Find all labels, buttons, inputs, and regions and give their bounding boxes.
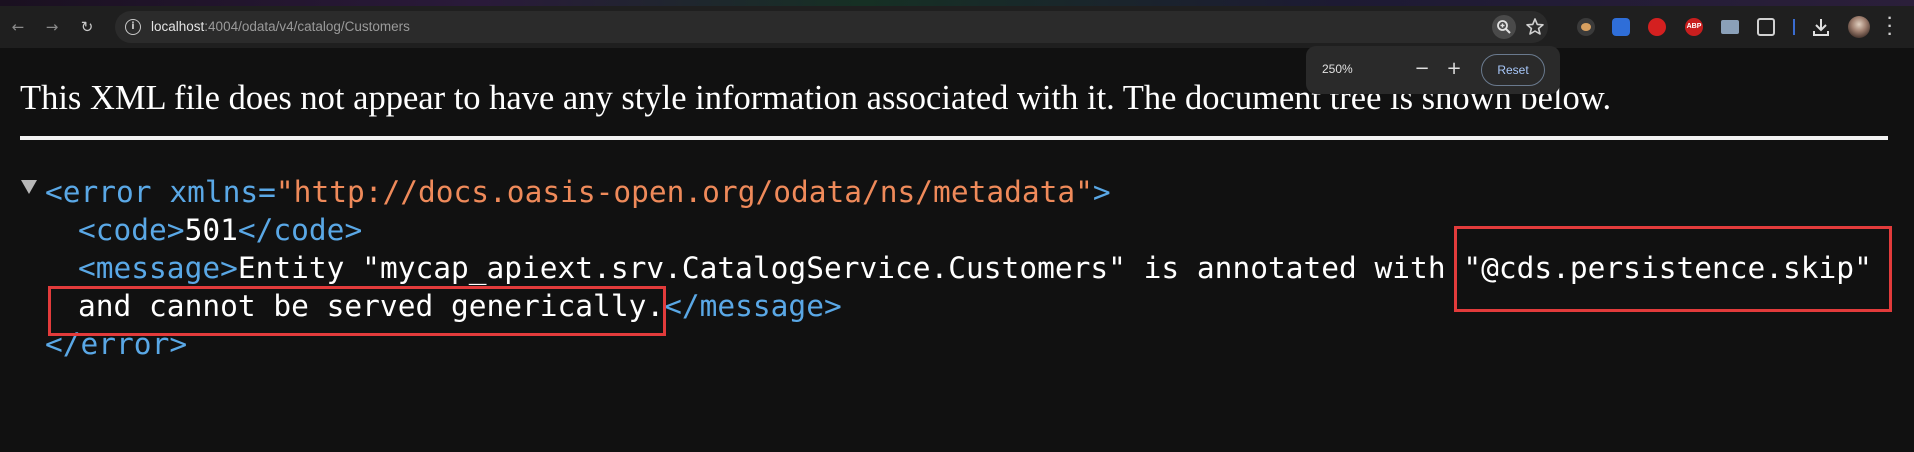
blue-extension-icon[interactable]: [1612, 18, 1630, 36]
address-bar[interactable]: i localhost:4004/odata/v4/catalog/Custom…: [115, 11, 1548, 43]
error-open-tag-end: >: [1092, 175, 1111, 209]
zoom-popup: 250% − + Reset: [1306, 46, 1560, 94]
highlight-box-cannot-be-served: [48, 286, 666, 336]
card-extension-icon[interactable]: [1721, 20, 1739, 34]
collapse-triangle-icon[interactable]: [21, 180, 37, 194]
bookmark-star-icon[interactable]: [1524, 16, 1546, 38]
url-path: :4004/odata/v4/catalog/Customers: [204, 19, 410, 34]
adblock-extension-icon[interactable]: ABP: [1685, 18, 1703, 36]
cookie-extension-icon[interactable]: [1577, 18, 1595, 36]
toolbar-divider: [1793, 19, 1795, 35]
url-host: localhost: [151, 19, 205, 34]
xmlns-attribute: xmlns=: [169, 175, 276, 209]
forward-arrow-icon[interactable]: →: [42, 17, 62, 37]
reload-icon[interactable]: ↻: [77, 17, 97, 37]
highlight-box-persistence-skip: [1454, 226, 1892, 312]
profile-avatar[interactable]: [1848, 16, 1870, 38]
xml-line-error-open: <error xmlns="http://docs.oasis-open.org…: [45, 174, 1111, 210]
zoom-reset-button[interactable]: Reset: [1481, 54, 1545, 86]
xml-line-code: <code>501</code>: [78, 212, 362, 248]
error-open-tag: <error: [45, 175, 152, 209]
zoom-magnifier-icon[interactable]: [1492, 15, 1516, 39]
red-extension-icon[interactable]: [1648, 18, 1666, 36]
site-info-icon[interactable]: i: [125, 19, 141, 35]
zoom-out-button[interactable]: −: [1412, 57, 1432, 81]
browser-toolbar: ← → ↻ i localhost:4004/odata/v4/catalog/…: [0, 6, 1914, 48]
zoom-level: 250%: [1322, 62, 1353, 76]
code-value: 501: [184, 213, 238, 247]
download-icon[interactable]: [1810, 16, 1832, 38]
puzzle-extensions-icon[interactable]: [1757, 18, 1775, 36]
zoom-in-button[interactable]: +: [1444, 57, 1464, 81]
header-divider: [20, 136, 1888, 140]
code-open-tag: <code>: [78, 213, 185, 247]
url-text[interactable]: localhost:4004/odata/v4/catalog/Customer…: [151, 19, 410, 35]
more-menu-icon[interactable]: · · ·: [1884, 11, 1896, 43]
code-close-tag: </code>: [237, 213, 363, 247]
message-open-tag: <message>: [78, 251, 238, 285]
message-close-tag: </message>: [664, 289, 842, 323]
back-arrow-icon[interactable]: ←: [8, 17, 28, 37]
xmlns-value: "http://docs.oasis-open.org/odata/ns/met…: [275, 175, 1093, 209]
